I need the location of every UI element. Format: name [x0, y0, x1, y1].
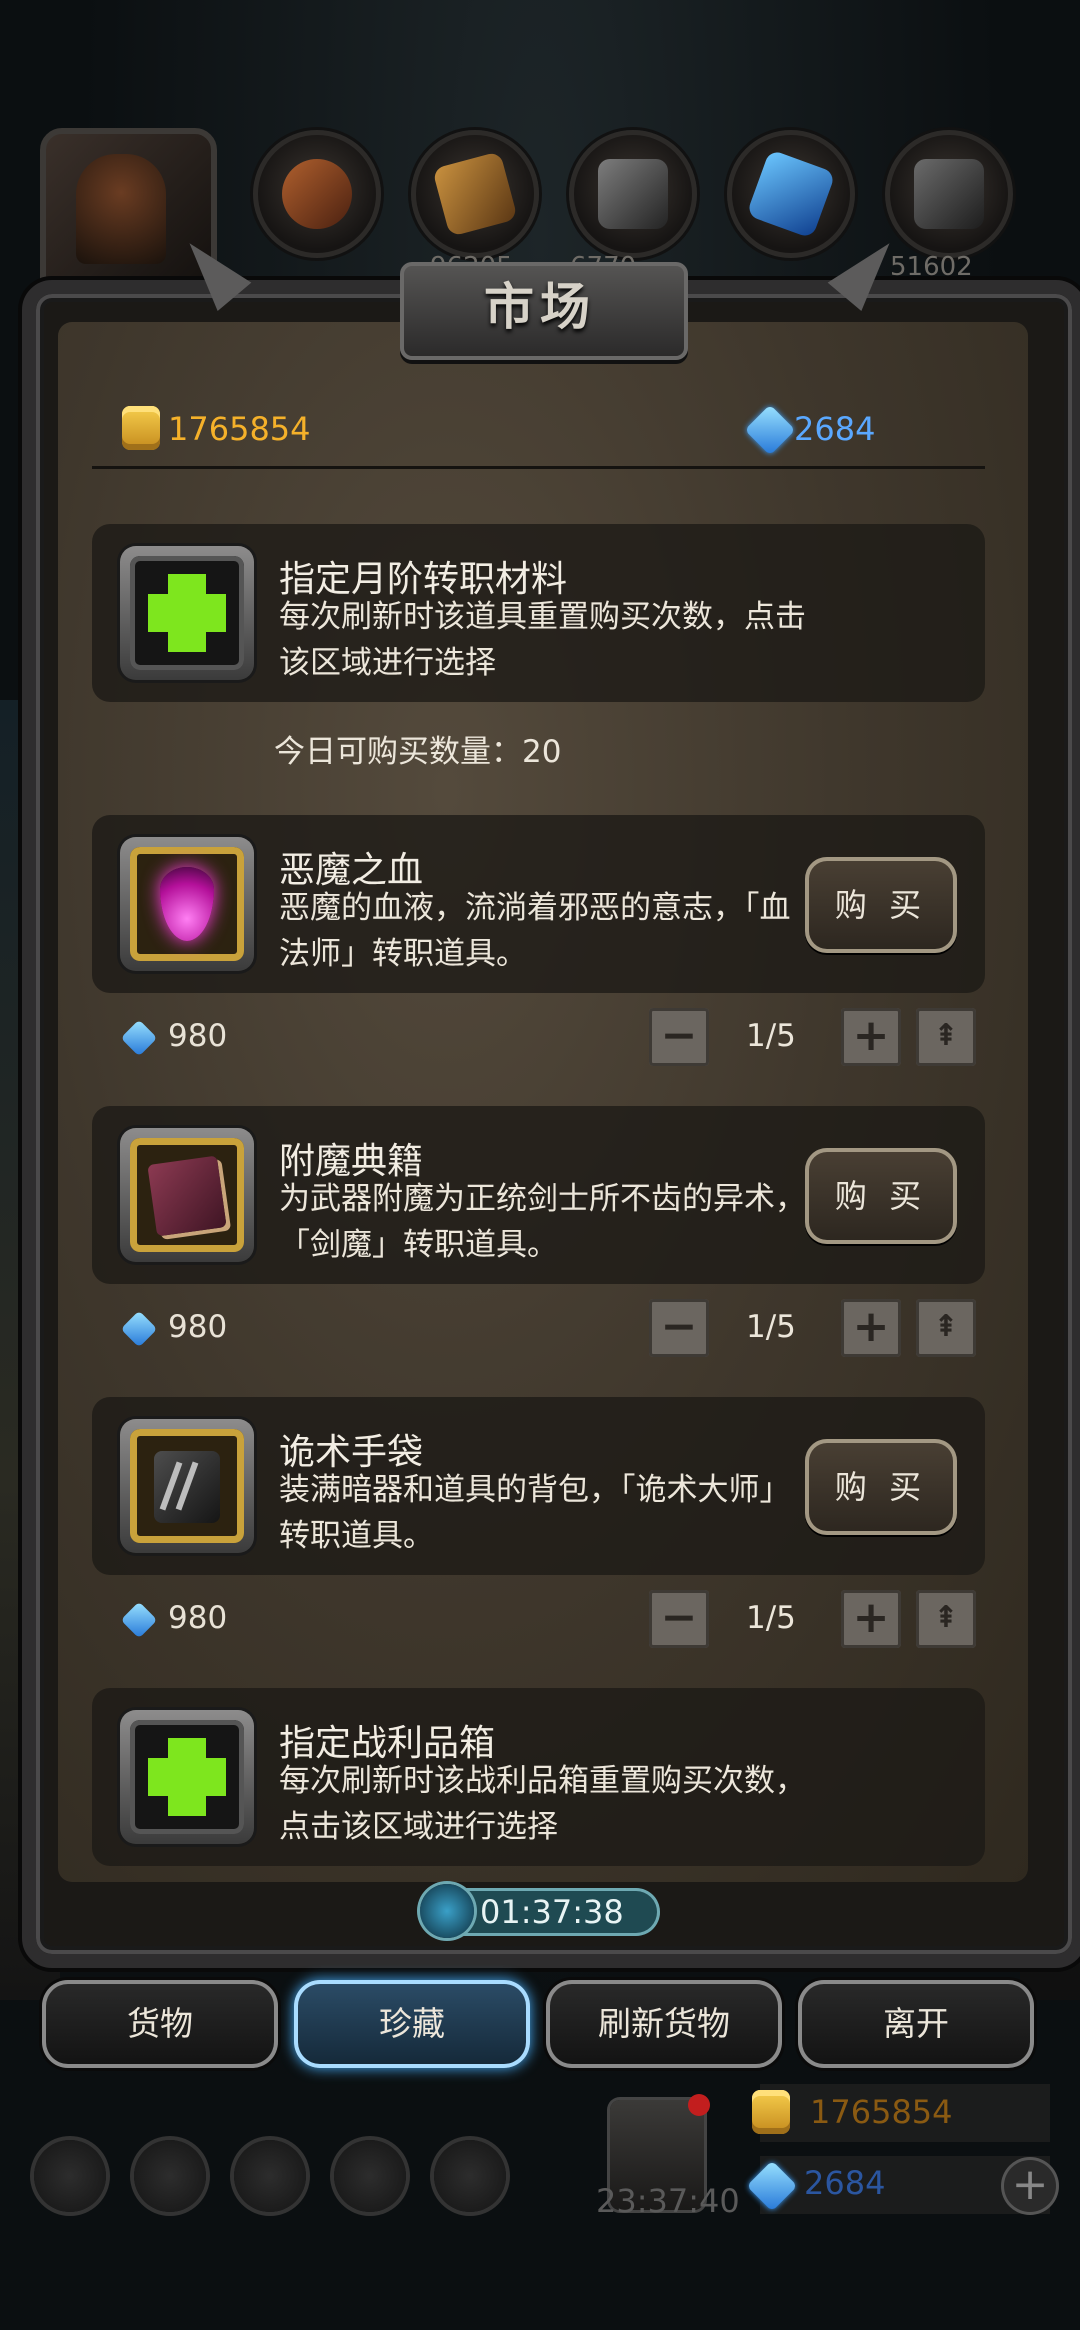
item-description: 装满暗器和道具的背包，「诡术大师」转职道具。 — [279, 1472, 791, 1554]
price-row: 980 − 1/5 + ⇞ — [92, 1299, 985, 1361]
clock-icon — [420, 1884, 474, 1938]
quantity-value: 1/5 — [746, 1600, 796, 1636]
demon-blood-icon — [130, 847, 244, 961]
green-plus-icon — [130, 1720, 244, 1834]
gem-price-icon — [120, 1310, 158, 1348]
max-quantity-button[interactable]: ⇞ — [916, 1008, 976, 1066]
tab-goods[interactable]: 货物 — [42, 1980, 278, 2068]
item-description: 为武器附魔为正统剑士所不齿的异术，「剑魔」转职道具。 — [279, 1181, 806, 1263]
resource-slot-plank[interactable] — [411, 130, 539, 258]
gear-icon[interactable] — [34, 2140, 106, 2212]
quantity-value: 1/5 — [746, 1309, 796, 1345]
gold-amount: 1765854 — [168, 410, 311, 448]
cube-icon[interactable] — [434, 2140, 506, 2212]
decrease-button[interactable]: − — [649, 1008, 709, 1066]
item-price: 980 — [168, 1018, 228, 1054]
decrease-button[interactable]: − — [649, 1590, 709, 1648]
gem-price-icon — [120, 1601, 158, 1639]
item-price: 980 — [168, 1600, 228, 1636]
list-item[interactable]: 指定战利品箱 每次刷新时该战利品箱重置购买次数，点击该区域进行选择 — [92, 1688, 985, 1866]
refresh-timer: 01:37:38 — [480, 1893, 624, 1931]
wood-log-icon — [282, 159, 352, 229]
list-item: 附魔典籍 为武器附魔为正统剑士所不齿的异术，「剑魔」转职道具。 购 买 — [92, 1106, 985, 1284]
notification-dot — [688, 2094, 710, 2116]
steel-bar-icon — [914, 159, 984, 229]
item-description: 恶魔的血液，流淌着邪恶的意志，「血法师」转职道具。 — [279, 890, 791, 972]
resource-slot-crystal[interactable] — [727, 130, 855, 258]
resource-slot-steel[interactable] — [885, 130, 1013, 258]
plank-icon — [432, 151, 518, 237]
increase-button[interactable]: + — [841, 1008, 901, 1066]
price-row: 980 − 1/5 + ⇞ — [92, 1590, 985, 1652]
tab-leave[interactable]: 离开 — [798, 1980, 1034, 2068]
tab-collection[interactable]: 珍藏 — [294, 1980, 530, 2068]
add-currency-button[interactable]: + — [1004, 2160, 1056, 2212]
gem-price-icon — [120, 1019, 158, 1057]
map-icon[interactable] — [234, 2140, 306, 2212]
page-title: 市场 — [484, 277, 596, 336]
buy-button[interactable]: 购 买 — [805, 1148, 957, 1244]
resource-slot-iron[interactable] — [569, 130, 697, 258]
item-icon-frame — [120, 1710, 254, 1844]
star-icon[interactable] — [134, 2140, 206, 2212]
max-quantity-button[interactable]: ⇞ — [916, 1590, 976, 1648]
gem-amount: 2684 — [794, 410, 876, 448]
enchant-book-icon — [130, 1138, 244, 1252]
daily-purchase-limit: 今日可购买数量：20 — [274, 734, 562, 770]
price-row: 980 − 1/5 + ⇞ — [92, 1008, 985, 1070]
footer-gem-amount: 2684 — [804, 2164, 886, 2202]
trick-pouch-icon — [130, 1429, 244, 1543]
footer-gold-amount: 1765854 — [810, 2093, 953, 2131]
tab-refresh-goods[interactable]: 刷新货物 — [546, 1980, 782, 2068]
item-icon-frame — [120, 837, 254, 971]
iron-ingot-icon — [598, 159, 668, 229]
item-icon-frame — [120, 1419, 254, 1553]
list-item[interactable]: 指定月阶转职材料 每次刷新时该道具重置购买次数，点击该区域进行选择 — [92, 524, 985, 702]
game-clock: 23:37:40 — [596, 2182, 740, 2220]
gold-coin-icon — [122, 406, 160, 450]
blue-crystal-icon — [746, 149, 836, 239]
mail-icon[interactable] — [334, 2140, 406, 2212]
hooded-figure-icon — [76, 154, 166, 264]
green-plus-icon — [130, 556, 244, 670]
buy-button[interactable]: 购 买 — [805, 1439, 957, 1535]
decrease-button[interactable]: − — [649, 1299, 709, 1357]
item-icon-frame — [120, 1128, 254, 1262]
quantity-value: 1/5 — [746, 1018, 796, 1054]
resource-slot-wood[interactable] — [253, 130, 381, 258]
item-price: 980 — [168, 1309, 228, 1345]
increase-button[interactable]: + — [841, 1590, 901, 1648]
increase-button[interactable]: + — [841, 1299, 901, 1357]
list-item: 诡术手袋 装满暗器和道具的背包，「诡术大师」转职道具。 购 买 — [92, 1397, 985, 1575]
max-quantity-button[interactable]: ⇞ — [916, 1299, 976, 1357]
item-description: 每次刷新时该道具重置购买次数，点击该区域进行选择 — [279, 599, 806, 681]
list-item: 恶魔之血 恶魔的血液，流淌着邪恶的意志，「血法师」转职道具。 购 买 — [92, 815, 985, 993]
item-list[interactable]: 指定月阶转职材料 每次刷新时该道具重置购买次数，点击该区域进行选择 今日可购买数… — [92, 476, 985, 1866]
currency-divider — [92, 466, 985, 469]
item-icon-frame — [120, 546, 254, 680]
footer-gold-icon — [752, 2090, 790, 2134]
buy-button[interactable]: 购 买 — [805, 857, 957, 953]
item-description: 每次刷新时该战利品箱重置购买次数，点击该区域进行选择 — [279, 1763, 806, 1845]
